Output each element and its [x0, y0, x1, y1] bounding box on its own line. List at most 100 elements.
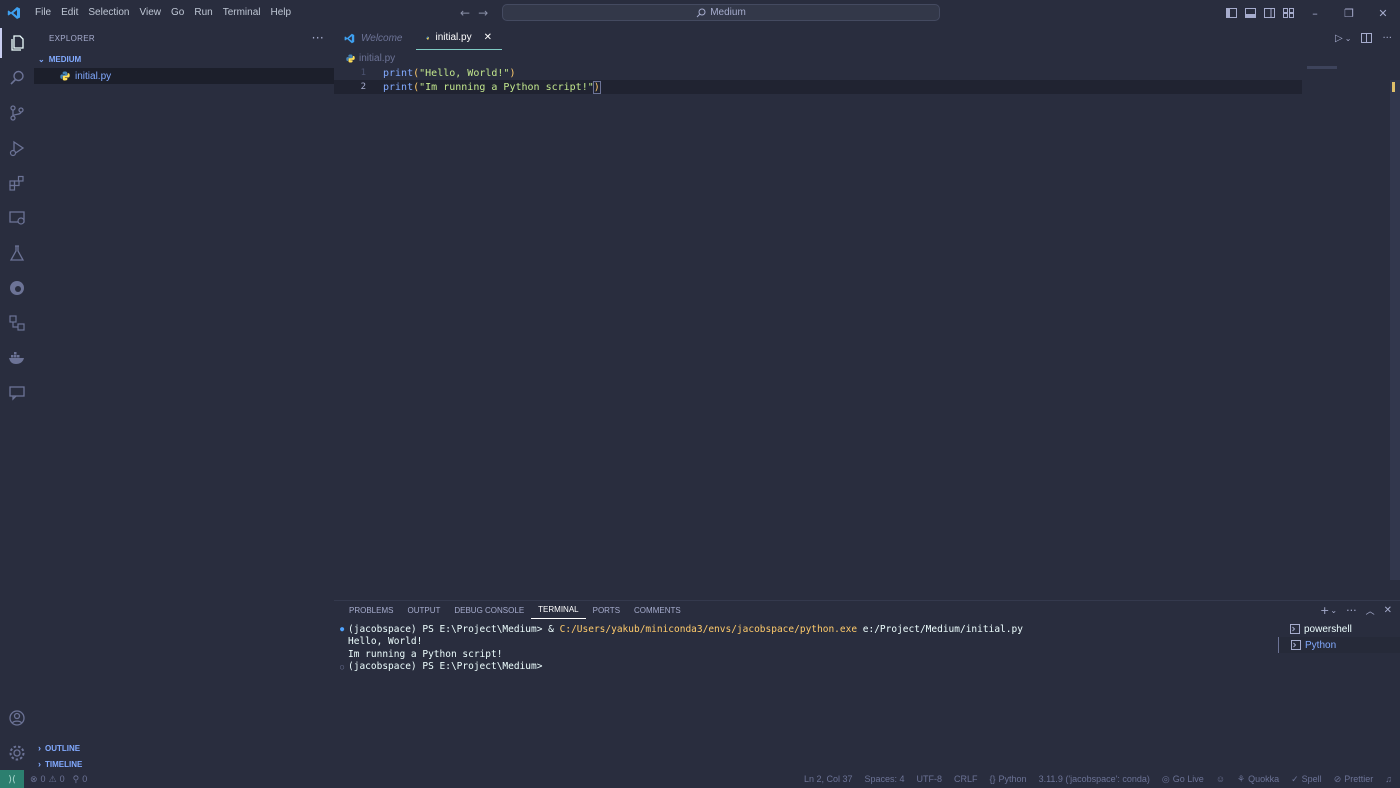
tab-debug-console[interactable]: DEBUG CONSOLE — [447, 601, 531, 619]
close-panel-icon[interactable]: ✕ — [1384, 605, 1392, 616]
editor-tabs: Welcome initial.py ✕ — [334, 26, 1400, 50]
explorer-icon[interactable] — [0, 28, 34, 58]
more-actions-icon[interactable]: ··· — [312, 31, 324, 45]
breadcrumb-file: initial.py — [359, 52, 396, 64]
minimize-icon[interactable]: – — [1298, 0, 1332, 26]
paren-token: ) — [509, 67, 516, 79]
search-sidebar-icon[interactable] — [0, 63, 34, 93]
tab-welcome[interactable]: Welcome — [334, 26, 416, 50]
prettier-icon: ⊘ — [1333, 773, 1342, 784]
run-python-icon[interactable]: ▷ — [1335, 33, 1343, 44]
menu-bar: File Edit Selection View Go Run Terminal… — [30, 0, 296, 26]
settings-gear-icon[interactable] — [0, 738, 34, 768]
toggle-panel-icon[interactable] — [1241, 0, 1260, 26]
python-file-icon — [346, 53, 355, 63]
cursor-position[interactable]: Ln 2, Col 37 — [804, 774, 853, 784]
menu-file[interactable]: File — [30, 0, 56, 26]
terminal-item-python[interactable]: Python — [1278, 637, 1400, 653]
window-controls: – ❐ ✕ — [1222, 0, 1400, 26]
go-live[interactable]: ◎ Go Live — [1162, 774, 1204, 785]
notifications-bell-icon[interactable]: ♫ — [1385, 774, 1392, 784]
source-control-icon[interactable] — [0, 98, 34, 128]
terminal-name: powershell — [1304, 623, 1352, 635]
menu-view[interactable]: View — [135, 0, 167, 26]
indentation[interactable]: Spaces: 4 — [864, 774, 904, 784]
more-actions-icon[interactable]: ··· — [1382, 33, 1392, 44]
code-line: 1 print("Hello, World!") — [334, 66, 1302, 80]
tab-problems[interactable]: PROBLEMS — [342, 601, 400, 619]
breadcrumb[interactable]: initial.py — [334, 50, 1400, 66]
ports-status[interactable]: ⚲ 0 — [73, 774, 88, 785]
terminal-prompt: (jacobspace) PS E:\Project\Medium> — [348, 661, 549, 673]
command-success-dot-icon[interactable]: ● — [340, 625, 348, 633]
tab-initial-py[interactable]: initial.py ✕ — [416, 26, 502, 50]
language-mode[interactable]: {} Python — [990, 774, 1027, 784]
menu-run[interactable]: Run — [189, 0, 217, 26]
tab-ports[interactable]: PORTS — [586, 601, 627, 619]
editor-scrollbar[interactable] — [1390, 80, 1400, 580]
folder-row[interactable]: ⌄ MEDIUM — [34, 50, 334, 68]
quokka-icon: ⚘ — [1237, 773, 1246, 784]
line-ending[interactable]: CRLF — [954, 774, 978, 784]
explorer-header: EXPLORER ··· — [34, 26, 334, 50]
maximize-panel-icon[interactable]: ︿ — [1366, 604, 1375, 617]
testing-flask-icon[interactable] — [0, 238, 34, 268]
problems-status[interactable]: ⊗ 0 ⚠ 0 — [30, 774, 65, 785]
nav-arrows: ← → — [460, 0, 488, 26]
forward-arrow-icon[interactable]: → — [478, 6, 488, 20]
back-arrow-icon[interactable]: ← — [460, 6, 470, 20]
quokka[interactable]: ⚘ Quokka — [1237, 774, 1279, 785]
folder-name: MEDIUM — [48, 54, 82, 64]
extensions-icon[interactable] — [0, 168, 34, 198]
minimap[interactable] — [1307, 66, 1337, 69]
command-center-search[interactable]: Medium — [502, 4, 940, 21]
project-manager-icon[interactable] — [0, 308, 34, 338]
status-left: ⊗ 0 ⚠ 0 ⚲ 0 — [24, 774, 87, 785]
tab-output[interactable]: OUTPUT — [400, 601, 447, 619]
terminal-line: Hello, World! — [340, 636, 1260, 649]
editor-actions: ▷ ⌄ ··· — [1335, 26, 1392, 50]
restore-icon[interactable]: ❐ — [1332, 0, 1366, 26]
toggle-secondary-sidebar-icon[interactable] — [1260, 0, 1279, 26]
terminal-dropdown-icon[interactable]: ⌄ — [1330, 606, 1337, 615]
close-window-icon[interactable]: ✕ — [1366, 0, 1400, 26]
tab-terminal[interactable]: TERMINAL — [531, 601, 586, 619]
command-center-label: Medium — [710, 7, 746, 18]
edge-browser-icon[interactable] — [0, 273, 34, 303]
spell[interactable]: ✓ Spell — [1291, 774, 1322, 785]
terminal-output-text: Im running a Python script! — [348, 648, 503, 660]
copilot-icon[interactable]: ☺ — [1216, 774, 1225, 784]
command-pending-dot-icon[interactable]: ○ — [340, 663, 348, 671]
title-bar: File Edit Selection View Go Run Terminal… — [0, 0, 1400, 26]
outline-section[interactable]: › OUTLINE — [34, 740, 334, 756]
new-terminal-icon[interactable]: + — [1320, 604, 1329, 617]
python-interpreter[interactable]: 3.11.9 ('jacobspace': conda) — [1039, 774, 1150, 784]
prettier[interactable]: ⊘ Prettier — [1334, 774, 1374, 785]
menu-go[interactable]: Go — [166, 0, 189, 26]
menu-help[interactable]: Help — [266, 0, 297, 26]
remote-explorer-icon[interactable] — [0, 203, 34, 233]
terminal-exe-path: C:/Users/yakub/miniconda3/envs/jacobspac… — [559, 623, 858, 635]
menu-terminal[interactable]: Terminal — [218, 0, 266, 26]
remote-indicator-icon[interactable]: ⟩⟨ — [0, 770, 24, 788]
account-icon[interactable] — [0, 703, 34, 733]
customize-layout-icon[interactable] — [1279, 0, 1298, 26]
terminal-output[interactable]: ● (jacobspace) PS E:\Project\Medium> & C… — [340, 623, 1260, 673]
docker-icon[interactable] — [0, 343, 34, 373]
menu-edit[interactable]: Edit — [56, 0, 83, 26]
vscode-logo-icon — [344, 33, 355, 43]
file-item-initial-py[interactable]: initial.py — [34, 68, 334, 84]
comments-icon[interactable] — [0, 378, 34, 408]
more-actions-icon[interactable]: ··· — [1346, 604, 1357, 617]
terminal-item-powershell[interactable]: powershell — [1278, 621, 1400, 637]
encoding[interactable]: UTF-8 — [917, 774, 943, 784]
run-dropdown-icon[interactable]: ⌄ — [1345, 34, 1352, 43]
code-editor[interactable]: 1 print("Hello, World!") 2 print("Im run… — [334, 66, 1302, 94]
toggle-primary-sidebar-icon[interactable] — [1222, 0, 1241, 26]
run-debug-icon[interactable] — [0, 133, 34, 163]
tab-comments[interactable]: COMMENTS — [627, 601, 688, 619]
split-editor-icon[interactable] — [1361, 33, 1373, 43]
close-tab-icon[interactable]: ✕ — [484, 32, 492, 43]
chevron-right-icon: › — [38, 759, 41, 769]
menu-selection[interactable]: Selection — [83, 0, 134, 26]
